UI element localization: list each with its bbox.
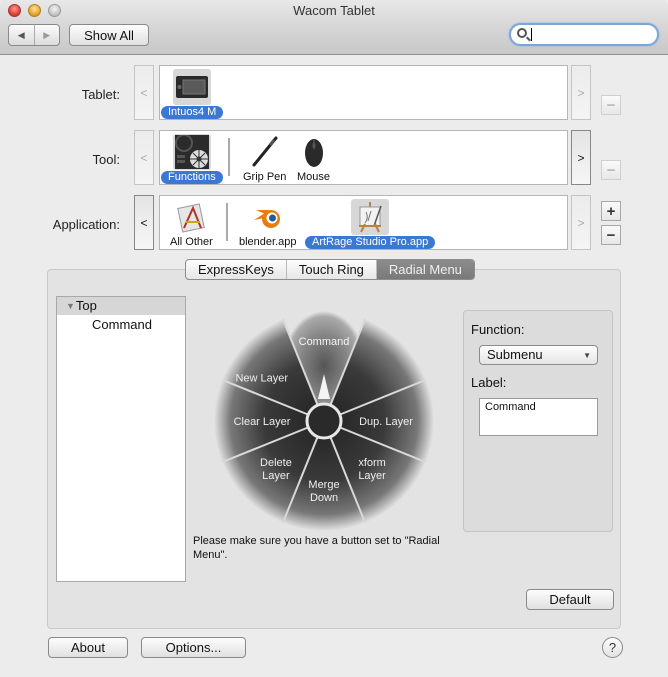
add-application-button[interactable]: + xyxy=(601,201,621,221)
search-field[interactable] xyxy=(509,23,659,46)
show-all-button[interactable]: Show All xyxy=(69,24,149,46)
wacom-tablet-window: Wacom Tablet ◀ ▶ Show All Tablet: < Intu… xyxy=(0,0,668,677)
radial-segment-label: xform Layer xyxy=(358,457,386,482)
forward-button[interactable]: ▶ xyxy=(35,25,60,45)
title-toolbar: Wacom Tablet ◀ ▶ Show All xyxy=(0,0,668,55)
application-list: All Other blender.app ArtRage Studio Pro… xyxy=(159,195,568,250)
back-forward-control: ◀ ▶ xyxy=(8,24,60,46)
tool-item-functions[interactable]: Functions xyxy=(161,134,223,184)
radial-menu-note: Please make sure you have a button set t… xyxy=(193,535,440,561)
back-button[interactable]: ◀ xyxy=(9,25,35,45)
application-item-label: blender.app xyxy=(239,236,297,248)
artrage-icon xyxy=(351,199,390,235)
blender-icon xyxy=(249,199,287,235)
back-arrow-icon: ◀ xyxy=(17,29,25,40)
application-item-artrage[interactable]: ArtRage Studio Pro.app xyxy=(305,199,436,249)
search-input[interactable] xyxy=(531,26,651,43)
tool-item-label: Mouse xyxy=(297,171,331,183)
wheel-center-button[interactable] xyxy=(305,402,343,440)
radial-menu-tree: ▼Top Command xyxy=(56,296,186,582)
application-item-label: All Other xyxy=(170,236,213,248)
tool-item-label: Grip Pen xyxy=(243,171,287,183)
application-label: Application: xyxy=(52,217,120,232)
radial-segment-label: Command xyxy=(299,336,350,348)
options-button[interactable]: Options... xyxy=(141,637,246,658)
label-label: Label: xyxy=(471,375,507,390)
mouse-icon xyxy=(295,134,333,170)
function-select[interactable]: Submenu ▼ xyxy=(479,345,598,365)
tool-scroll-right-button[interactable]: > xyxy=(571,130,591,185)
tablet-list: Intuos4 M xyxy=(159,65,568,120)
search-icon xyxy=(517,28,527,38)
tablet-icon xyxy=(173,69,212,105)
separator xyxy=(228,138,230,176)
tab-touch-ring[interactable]: Touch Ring xyxy=(287,260,377,279)
tab-radial-menu[interactable]: Radial Menu xyxy=(376,260,474,279)
label-text-field[interactable] xyxy=(479,398,598,436)
disclosure-triangle-icon[interactable]: ▼ xyxy=(66,297,75,315)
radial-segment-label: Dup. Layer xyxy=(359,416,413,428)
tablet-item-label: Intuos4 M xyxy=(161,106,224,119)
forward-arrow-icon: ▶ xyxy=(43,29,51,40)
application-item-all-other[interactable]: All Other xyxy=(163,199,220,249)
all-other-apps-icon xyxy=(172,199,210,235)
tree-item-label: Top xyxy=(75,298,97,313)
tool-item-grip-pen[interactable]: Grip Pen xyxy=(236,134,293,184)
application-item-blender[interactable]: blender.app xyxy=(232,199,304,249)
chevron-down-icon: ▼ xyxy=(583,351,591,360)
remove-tool-button[interactable]: − xyxy=(601,160,621,180)
text-cursor xyxy=(531,28,532,41)
tree-item-command[interactable]: Command xyxy=(57,315,185,335)
application-scroll-right-button[interactable]: > xyxy=(571,195,591,250)
tree-item-top[interactable]: ▼Top xyxy=(57,297,185,315)
function-select-value: Submenu xyxy=(487,347,543,362)
separator xyxy=(226,203,228,241)
radial-segment-label: New Layer xyxy=(235,372,288,384)
tab-expresskeys[interactable]: ExpressKeys xyxy=(186,260,287,279)
window-title: Wacom Tablet xyxy=(293,3,375,18)
tool-list: Functions Grip Pen Mouse xyxy=(159,130,568,185)
tool-item-label: Functions xyxy=(161,171,223,184)
radial-segment-label: Clear Layer xyxy=(234,416,291,428)
application-item-label: ArtRage Studio Pro.app xyxy=(305,236,436,249)
radial-menu-wheel: Command Dup. Layer xform Layer Merge Down Dele… xyxy=(214,311,434,531)
tablet-scroll-left-button[interactable]: < xyxy=(134,65,154,120)
remove-application-button[interactable]: − xyxy=(601,225,621,245)
radial-segment-label: Merge Down xyxy=(308,479,339,504)
tool-label: Tool: xyxy=(92,152,120,167)
tab-bar: ExpressKeys Touch Ring Radial Menu xyxy=(185,259,475,280)
pen-icon xyxy=(246,134,284,170)
tool-scroll-left-button[interactable]: < xyxy=(134,130,154,185)
tablet-label: Tablet: xyxy=(81,87,120,102)
function-label: Function: xyxy=(471,322,525,337)
remove-tablet-button[interactable]: − xyxy=(601,95,621,115)
default-button[interactable]: Default xyxy=(526,589,614,610)
functions-icon xyxy=(172,134,211,170)
radial-segment-label: Delete Layer xyxy=(260,457,292,482)
tablet-item-intuos4[interactable]: Intuos4 M xyxy=(161,69,224,119)
help-button[interactable]: ? xyxy=(602,637,623,658)
tool-item-mouse[interactable]: Mouse xyxy=(290,134,337,184)
application-scroll-left-button[interactable]: < xyxy=(134,195,154,250)
about-button[interactable]: About xyxy=(48,637,128,658)
tablet-scroll-right-button[interactable]: > xyxy=(571,65,591,120)
